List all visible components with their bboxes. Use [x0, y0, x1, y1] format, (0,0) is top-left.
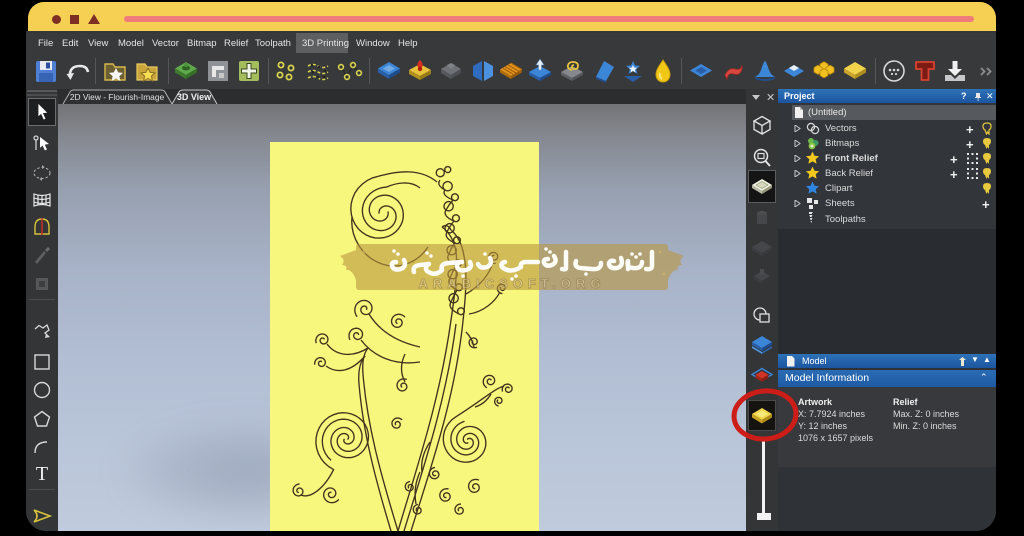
svg-text:ARABICSOFT.ORG: ARABICSOFT.ORG — [419, 276, 606, 291]
svg-text:2D View - Flourish-Image: 2D View - Flourish-Image — [70, 92, 165, 102]
svg-text:3D View: 3D View — [177, 92, 212, 102]
